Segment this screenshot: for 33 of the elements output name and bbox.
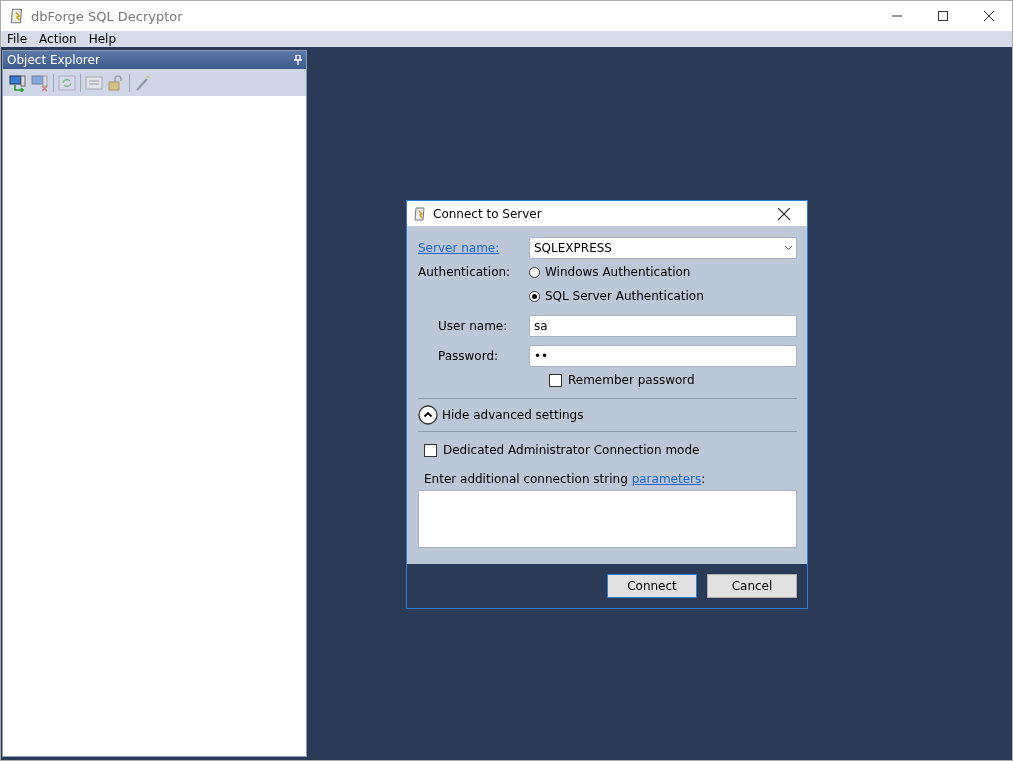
hide-advanced-toggle[interactable]: Hide advanced settings — [418, 405, 797, 425]
dialog-title: Connect to Server — [433, 206, 543, 221]
close-icon — [984, 11, 994, 21]
scroll-icon — [9, 7, 25, 25]
refresh-icon[interactable] — [58, 73, 76, 92]
chevron-up-icon — [418, 405, 438, 425]
user-name-field[interactable]: sa — [529, 315, 797, 337]
radio-button[interactable]: Windows Authentication — [529, 265, 691, 279]
user-name-label: User name: — [437, 319, 509, 333]
wand-icon[interactable] — [134, 73, 152, 92]
menu-item[interactable]: File — [1, 32, 34, 46]
dialog-button[interactable]: Cancel — [707, 574, 797, 598]
scroll-icon — [413, 205, 427, 222]
caret-icon — [785, 246, 792, 250]
radio-button[interactable]: SQL Server Authentication — [529, 289, 704, 303]
parameters-field[interactable] — [418, 490, 797, 548]
remember-password-checkbox[interactable]: Remember password — [549, 373, 695, 387]
password-label: Password: — [437, 349, 500, 363]
parameters-prompt: Enter additional connection string parameters: — [424, 472, 707, 486]
connect-icon[interactable] — [9, 73, 27, 92]
maximize-icon — [938, 11, 948, 21]
password-field[interactable]: •• — [529, 345, 797, 367]
padlock-icon[interactable] — [107, 73, 125, 92]
dialog-button[interactable]: Connect — [607, 574, 697, 598]
window-title: dbForge SQL Decryptor — [31, 8, 184, 24]
close-icon — [778, 207, 790, 220]
server-name-dropdown[interactable]: SQLEXPRESS — [529, 237, 797, 259]
pin-icon[interactable] — [294, 55, 302, 65]
authentication-label: Authentication: — [418, 265, 512, 279]
panel-title: Object Explorer — [7, 53, 100, 67]
menu-item[interactable]: Action — [33, 32, 83, 46]
menu-item[interactable]: Help — [82, 32, 123, 46]
dac-checkbox[interactable]: Dedicated Administrator Connection mode — [424, 443, 700, 457]
